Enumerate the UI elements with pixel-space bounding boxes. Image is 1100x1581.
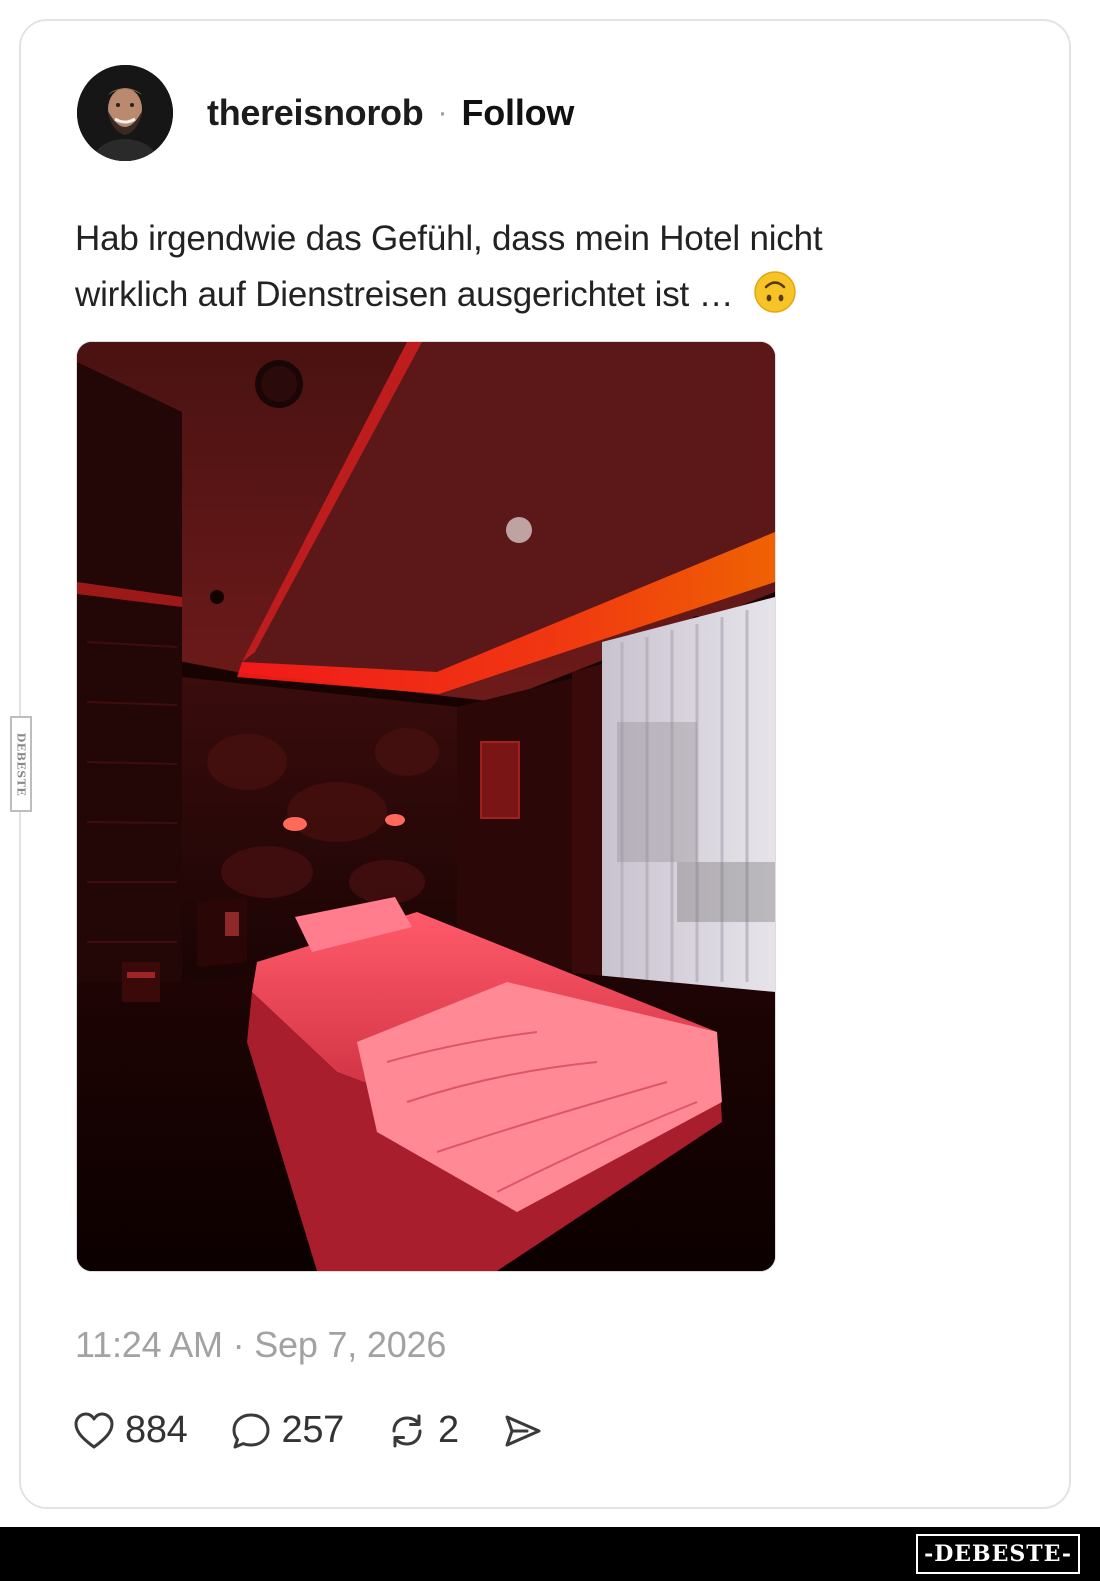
post-timestamp[interactable]: 11:24 AM · Sep 7, 2026 xyxy=(75,1324,446,1366)
footer-bar: -DEBESTE- xyxy=(0,1527,1100,1581)
share-button[interactable] xyxy=(501,1411,543,1451)
replies-count: 257 xyxy=(281,1409,345,1451)
follow-button[interactable]: Follow xyxy=(461,92,574,134)
reply-button[interactable]: 257 xyxy=(230,1409,345,1452)
username[interactable]: thereisnorob xyxy=(207,92,424,134)
post-header: thereisnorob · Follow xyxy=(77,65,574,161)
send-icon xyxy=(505,1415,541,1446)
post-text: Hab irgendwie das Gefühl, dass mein Hote… xyxy=(75,211,975,323)
repost-icon xyxy=(392,1414,422,1447)
upside-down-face-emoji-icon xyxy=(753,270,797,314)
post-card: thereisnorob · Follow Hab irgendwie das … xyxy=(19,19,1071,1509)
speech-bubble-icon xyxy=(232,1413,270,1448)
separator-dot: · xyxy=(437,96,448,129)
hotel-room-photo xyxy=(77,342,775,1271)
avatar[interactable] xyxy=(77,65,173,161)
footer-watermark-logo: -DEBESTE- xyxy=(916,1534,1080,1574)
like-button[interactable]: 884 xyxy=(73,1409,188,1452)
likes-count: 884 xyxy=(125,1409,188,1451)
action-bar: 884 257 2 xyxy=(73,1409,585,1452)
repost-button[interactable]: 2 xyxy=(386,1409,459,1452)
post-text-line-1: Hab irgendwie das Gefühl, dass mein Hote… xyxy=(75,219,823,258)
post-photo[interactable] xyxy=(76,341,776,1272)
avatar-photo xyxy=(77,65,173,161)
page: thereisnorob · Follow Hab irgendwie das … xyxy=(0,0,1100,1581)
heart-icon xyxy=(74,1412,114,1448)
side-watermark: DEBESTE xyxy=(10,716,32,812)
reposts-count: 2 xyxy=(438,1409,459,1451)
side-watermark-label: DEBESTE xyxy=(14,732,28,796)
post-text-line-2: wirklich auf Dienstreisen ausgerichtet i… xyxy=(75,275,734,314)
